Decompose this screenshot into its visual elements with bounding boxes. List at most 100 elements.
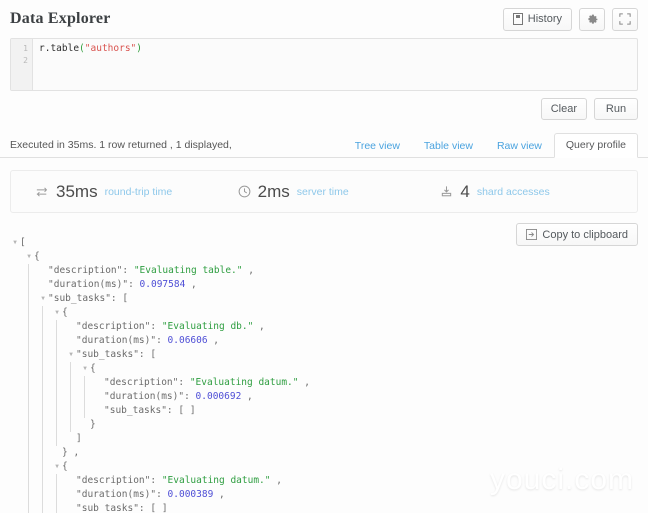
- tree-indent-guide: [10, 334, 24, 348]
- tree-row: ▼ "sub_tasks": [: [10, 348, 638, 362]
- run-button[interactable]: Run: [594, 98, 638, 120]
- results-status-row: Executed in 35ms. 1 row returned , 1 dis…: [0, 132, 648, 158]
- stat-round-trip-time: 35ms round-trip time: [11, 182, 232, 202]
- tree-separator: :: [166, 405, 179, 416]
- stat-label: server time: [296, 185, 349, 198]
- save-icon: [440, 185, 453, 198]
- query-editor[interactable]: 1 2 r.table("authors"): [10, 38, 638, 91]
- tree-row: "duration(ms)": 0.000692 ,: [10, 390, 638, 404]
- tree-separator: :: [150, 475, 162, 486]
- tree-trailing-comma: ,: [298, 377, 310, 388]
- tree-string-value: "Evaluating table.": [133, 265, 243, 276]
- tree-indent-guide: [38, 348, 52, 362]
- tree-row: ▼{: [10, 306, 638, 320]
- tree-indent-guide: [52, 488, 66, 502]
- tree-row: "duration(ms)": 0.06606 ,: [10, 334, 638, 348]
- tree-punctuation: [: [150, 349, 157, 360]
- tree-indent-guide: [10, 320, 24, 334]
- tree-collapse-caret[interactable]: ▼: [38, 292, 48, 306]
- tree-trailing-comma: ,: [207, 335, 220, 346]
- tree-indent-guide: [10, 474, 24, 488]
- tree-row: "description": "Evaluating db." ,: [10, 320, 638, 334]
- tree-row: "duration(ms)": 0.097584 ,: [10, 278, 638, 292]
- tree-caret-spacer: [80, 418, 90, 432]
- tree-indent-guide: [24, 418, 38, 432]
- tree-collapse-caret[interactable]: ▼: [24, 250, 34, 264]
- tree-separator: :: [156, 489, 168, 500]
- tree-row: ▼[: [10, 236, 638, 250]
- tree-indent-guide: [10, 446, 24, 460]
- tree-trailing-comma: ,: [185, 279, 197, 290]
- tree-string-value: "Evaluating datum.": [189, 377, 299, 388]
- tree-row: "description": "Evaluating table." ,: [10, 264, 638, 278]
- tree-indent-guide: [24, 348, 38, 362]
- tree-indent-guide: [38, 418, 52, 432]
- tree-row: ▼{: [10, 250, 638, 264]
- tab-raw-view[interactable]: Raw view: [485, 134, 554, 158]
- tree-punctuation: [: [122, 293, 129, 304]
- tree-indent-guide: [38, 320, 52, 334]
- tree-indent-guide: [10, 390, 24, 404]
- tree-collapse-caret[interactable]: ▼: [80, 362, 90, 376]
- tree-collapse-caret[interactable]: ▼: [10, 236, 20, 250]
- tree-trailing-comma: ,: [253, 321, 265, 332]
- tree-key: "sub_tasks": [104, 405, 167, 416]
- editor-gutter: 1 2: [11, 39, 33, 90]
- expand-button[interactable]: [612, 7, 638, 31]
- tree-indent-guide: [24, 278, 38, 292]
- tree-number-value: 0.000389: [167, 489, 214, 500]
- stat-value: 35ms: [56, 181, 98, 201]
- document-icon: [512, 13, 523, 25]
- tree-key: "sub_tasks": [48, 293, 111, 304]
- tree-caret-spacer: [94, 390, 104, 404]
- tab-table-view[interactable]: Table view: [412, 134, 485, 158]
- tree-punctuation: {: [90, 363, 96, 374]
- tree-row: ▼{: [10, 460, 638, 474]
- tree-string-value: "Evaluating db.": [161, 321, 254, 332]
- tree-punctuation: {: [62, 461, 68, 472]
- result-view-tabs: Tree view Table view Raw view Query prof…: [343, 132, 638, 158]
- tree-indent-guide: [24, 376, 38, 390]
- code-token-string: "authors": [84, 43, 137, 54]
- tab-query-profile[interactable]: Query profile: [553, 133, 638, 158]
- code-input[interactable]: r.table("authors"): [33, 39, 637, 90]
- history-button[interactable]: History: [502, 7, 572, 31]
- line-number: 1: [23, 44, 28, 53]
- tree-key: "description": [48, 265, 123, 276]
- execution-status-text: Executed in 35ms. 1 row returned , 1 dis…: [10, 139, 232, 151]
- tree-indent-guide: [52, 418, 66, 432]
- clear-button[interactable]: Clear: [540, 98, 587, 120]
- tree-indent-guide: [38, 376, 52, 390]
- tree-trailing-comma: ,: [270, 475, 282, 486]
- clock-icon: [238, 185, 251, 198]
- tree-collapse-caret[interactable]: ▼: [66, 348, 76, 362]
- tree-indent-guide: [24, 474, 38, 488]
- tree-punctuation: ]: [76, 433, 82, 444]
- query-profile-tree[interactable]: ▼[▼{ "description": "Evaluating table." …: [10, 236, 638, 513]
- tree-indent-guide: [38, 306, 52, 320]
- tab-tree-view[interactable]: Tree view: [343, 134, 412, 158]
- tree-indent-guide: [38, 334, 52, 348]
- tree-indent-guide: [24, 488, 38, 502]
- tree-punctuation: [ ]: [150, 503, 168, 513]
- tree-indent-guide: [24, 404, 38, 418]
- code-token-close-paren: ): [136, 43, 142, 54]
- page-title: Data Explorer: [10, 10, 111, 27]
- tree-indent-guide: [52, 348, 66, 362]
- tree-collapse-caret[interactable]: ▼: [52, 460, 62, 474]
- tree-trailing-comma: ,: [213, 489, 225, 500]
- tree-punctuation: {: [62, 307, 68, 318]
- tree-indent-guide: [66, 376, 80, 390]
- tree-indent-guide: [24, 460, 38, 474]
- tree-separator: :: [150, 321, 162, 332]
- editor-actions: Clear Run: [0, 98, 638, 120]
- data-explorer-app: Data Explorer History 1 2 r.table("autho…: [0, 0, 648, 513]
- tree-indent-guide: [10, 460, 24, 474]
- settings-button[interactable]: [579, 7, 605, 31]
- tree-collapse-caret[interactable]: ▼: [52, 306, 62, 320]
- tree-key: "sub_tasks": [76, 349, 139, 360]
- tree-trailing-comma: ,: [242, 265, 254, 276]
- tree-caret-spacer: [52, 446, 62, 460]
- tree-separator: :: [110, 293, 123, 304]
- tree-indent-guide: [52, 334, 66, 348]
